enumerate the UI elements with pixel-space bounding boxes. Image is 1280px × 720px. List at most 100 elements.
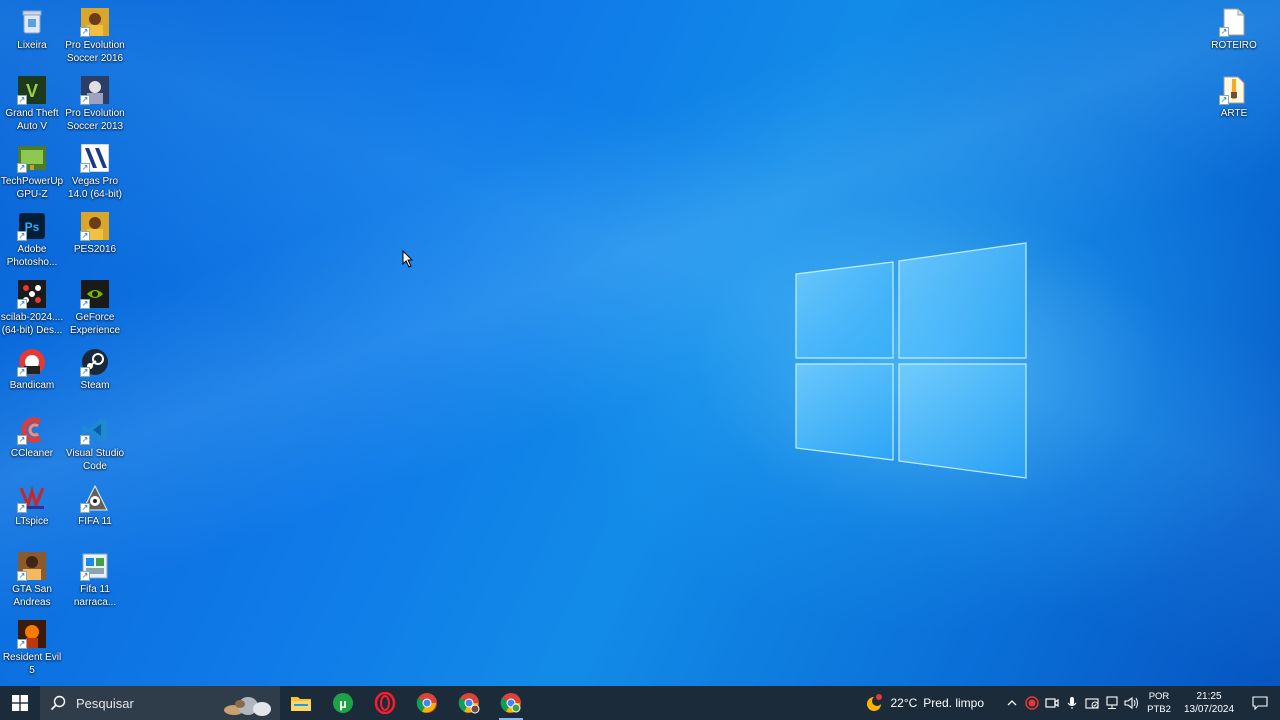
camera-icon [1045,698,1059,708]
fifa11-icon: ↗ [80,483,110,513]
ltspice-icon: ↗ [17,483,47,513]
start-button[interactable] [0,686,40,720]
opera-icon [374,692,396,714]
clock-time: 21:25 [1196,691,1222,702]
shortcut-arrow-icon: ↗ [80,571,90,581]
archive-icon: ↗ [1219,75,1249,105]
desktop-icon[interactable]: ↗ Visual Studio Code [63,412,127,478]
show-hidden-icons-button[interactable] [1002,686,1022,720]
gta-sa-icon: ↗ [17,551,47,581]
system-tray: 22°C Pred. limpo POR PTB2 21:25 13/07/20… [864,686,1280,720]
svg-text:V: V [26,81,38,101]
microphone-icon [1067,697,1077,709]
desktop-icon-label: LTspice [15,516,49,527]
desktop-icon-label: Adobe Photosho... [6,244,58,268]
desktop-icon[interactable]: ↗ Bandicam [0,344,64,410]
gpu-z-icon: ↗ [17,143,47,173]
record-icon [1025,696,1039,710]
shortcut-arrow-icon: ↗ [17,503,27,513]
wallpaper-light-beam [0,0,1280,686]
shortcut-arrow-icon: ↗ [80,163,90,173]
desktop-icon[interactable]: ↗ FIFA 11 [63,480,127,546]
taskbar-clock[interactable]: 21:25 13/07/2024 [1178,690,1240,716]
desktop-icon-label: GeForce Experience [69,312,121,336]
taskbar-chrome[interactable] [406,686,448,720]
desktop-icon[interactable]: ↗ Vegas Pro 14.0 (64-bit) [63,140,127,206]
microphone-tray-button[interactable] [1062,686,1082,720]
taskbar-utorrent[interactable]: µ [322,686,364,720]
bandicam-icon: ↗ [17,347,47,377]
fifa11-narracao-icon: ↗ [80,551,110,581]
desktop-icon-label: Steam [80,380,110,391]
file-explorer-icon [291,697,311,711]
weather-widget[interactable]: 22°C Pred. limpo [864,693,984,713]
geforce-icon: ↗ [80,279,110,309]
desktop-icon-label: Pro Evolution Soccer 2016 [65,40,125,64]
desktop-icon[interactable]: ↗ Resident Evil 5 [0,616,64,682]
desktop-icon[interactable]: ↗ PES2016 [63,208,127,274]
desktop-icon[interactable]: ↗ LTspice [0,480,64,546]
desktop-icon[interactable]: ↗ GTA San Andreas [0,548,64,614]
desktop-icon[interactable]: ↗ Pro Evolution Soccer 2016 [63,4,127,70]
shortcut-arrow-icon: ↗ [17,95,27,105]
desktop-icon-label: scilab-2024.... (64-bit) Des... [0,312,64,336]
steam-icon: ↗ [80,347,110,377]
defender-tray-button[interactable] [1082,686,1102,720]
taskbar-chrome-profile[interactable] [448,686,490,720]
desktop-icon-label: GTA San Andreas [12,584,52,608]
shortcut-arrow-icon: ↗ [80,95,90,105]
desktop-icon-label: Resident Evil 5 [2,652,62,676]
taskbar-opera[interactable] [364,686,406,720]
pes2016-icon: ↗ [80,211,110,241]
volume-tray-button[interactable] [1122,686,1142,720]
camera-tray-button[interactable] [1042,686,1062,720]
search-icon [50,695,66,711]
resident-evil-icon: ↗ [17,619,47,649]
taskbar-search-box[interactable]: Pesquisar [40,686,280,720]
chrome-icon [416,693,437,713]
notification-icon [1252,696,1268,710]
chevron-up-icon [1007,700,1017,706]
desktop-icon[interactable]: ↗ ROTEIRO [1202,4,1266,70]
chrome-app-icon [500,693,521,713]
desktop: Lixeira ↗ Pro Evolution Soccer 2016 V ↗ … [0,0,1280,686]
input-language-indicator[interactable]: POR PTB2 [1142,690,1176,716]
desktop-icon-label: ROTEIRO [1211,40,1257,51]
vegas-pro-icon: ↗ [80,143,110,173]
scilab-icon: ↗ [17,279,47,309]
pes2016-icon: ↗ [80,7,110,37]
desktop-icon[interactable]: ↗ GeForce Experience [63,276,127,342]
shortcut-arrow-icon: ↗ [17,163,27,173]
shortcut-arrow-icon: ↗ [17,299,27,309]
desktop-icon[interactable]: ↗ ARTE [1202,72,1266,138]
desktop-icon[interactable]: ↗ Pro Evolution Soccer 2013 [63,72,127,138]
desktop-icon[interactable]: ↗ CCleaner [0,412,64,478]
desktop-icon[interactable]: ↗ scilab-2024.... (64-bit) Des... [0,276,64,342]
photoshop-icon: Ps ↗ [17,211,47,241]
language-code: POR [1148,691,1170,702]
shortcut-arrow-icon: ↗ [17,231,27,241]
shortcut-arrow-icon: ↗ [1219,95,1229,105]
desktop-icon[interactable]: ↗ Steam [63,344,127,410]
desktop-icon[interactable]: Ps ↗ Adobe Photosho... [0,208,64,274]
desktop-icon-label: Vegas Pro 14.0 (64-bit) [68,176,122,200]
shortcut-arrow-icon: ↗ [80,367,90,377]
desktop-icon-label: Visual Studio Code [65,448,125,472]
desktop-icon-label: ARTE [1220,108,1248,119]
taskbar-file-explorer[interactable] [280,686,322,720]
taskbar-chrome-app[interactable] [490,686,532,720]
desktop-icon[interactable]: ↗ Fifa 11 narraca... [63,548,127,614]
desktop-icon-label: TechPowerUp GPU-Z [0,176,64,200]
notification-center-button[interactable] [1240,686,1280,720]
weather-clear-night-icon [867,694,883,711]
desktop-icon[interactable]: ↗ TechPowerUp GPU-Z [0,140,64,206]
recording-indicator[interactable] [1022,686,1042,720]
gta-v-icon: V ↗ [17,75,47,105]
desktop-icon[interactable]: V ↗ Grand Theft Auto V [0,72,64,138]
shortcut-arrow-icon: ↗ [17,639,27,649]
desktop-icon[interactable]: Lixeira [0,4,64,70]
shortcut-arrow-icon: ↗ [80,27,90,37]
ccleaner-icon: ↗ [17,415,47,445]
security-icon [1085,698,1099,709]
network-tray-button[interactable] [1102,686,1122,720]
